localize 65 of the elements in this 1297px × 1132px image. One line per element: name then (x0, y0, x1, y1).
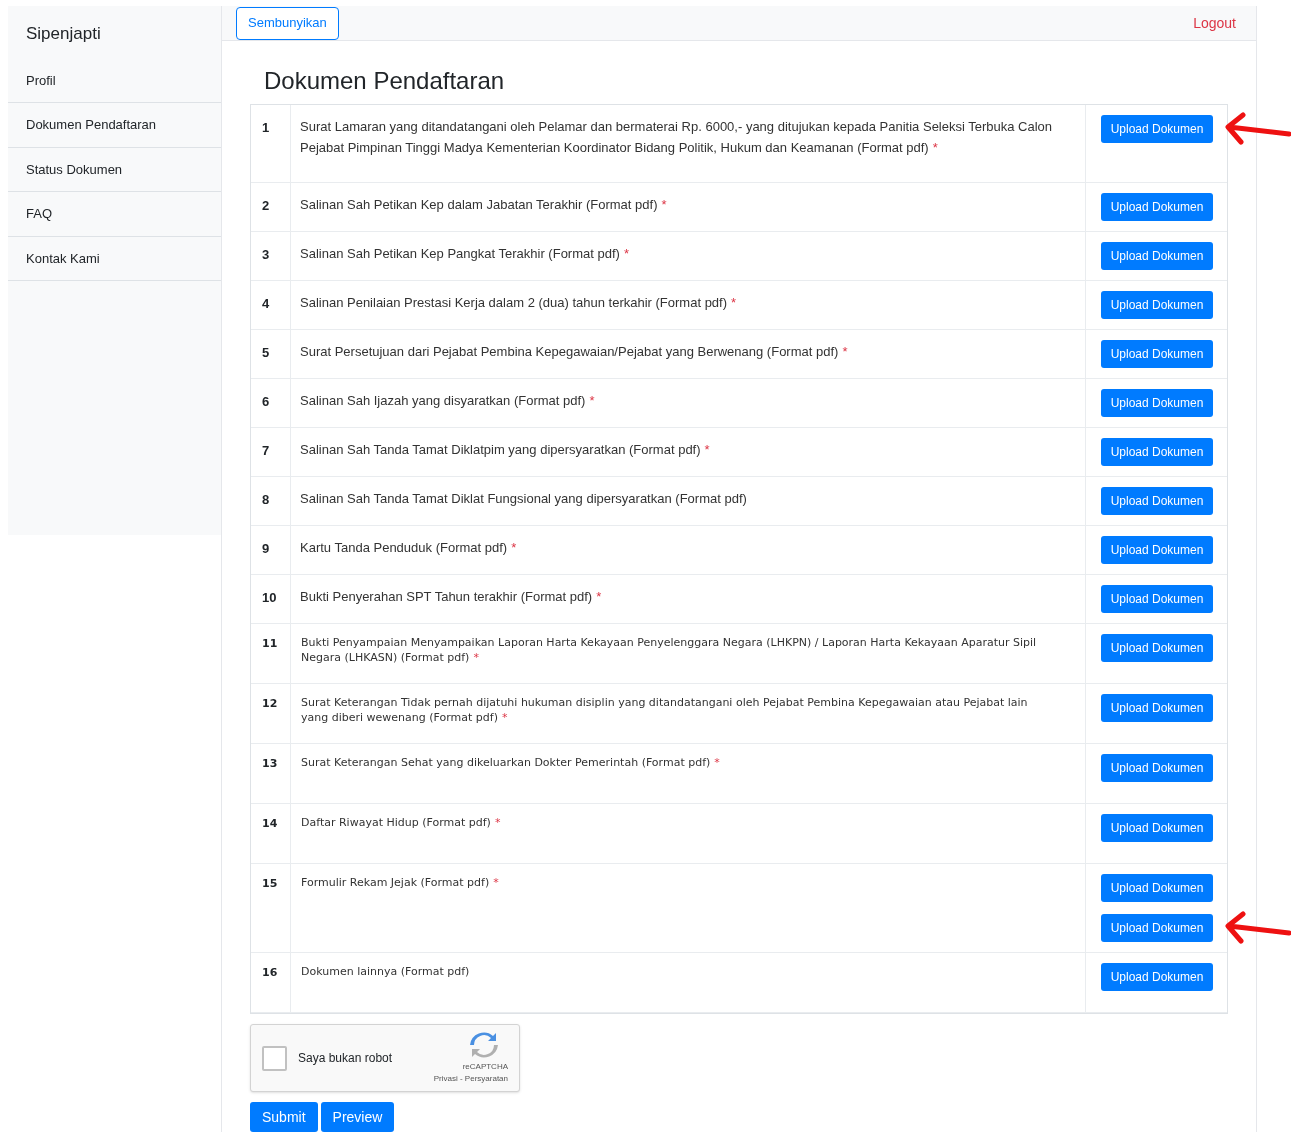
row-number: 4 (262, 296, 270, 311)
upload-button[interactable]: Upload Dokumen (1101, 487, 1213, 515)
document-label: Surat Keterangan Tidak pernah dijatuhi hukuman disiplin yang ditandatangani oleh Pejabat Pembina Kepegawaian atau Pejabat lain yang diberi wewenang (Format pdf) * (301, 695, 1029, 725)
document-label: Salinan Penilaian Prestasi Kerja dalam 2 (dua) tahun terkahir (Format pdf) * (300, 294, 738, 312)
row-number: 14 (262, 817, 278, 830)
captcha-checkbox[interactable] (262, 1045, 287, 1071)
sidebar-item[interactable]: Dokumen Pendaftaran (8, 103, 221, 148)
upload-button[interactable]: Upload Dokumen (1101, 291, 1213, 319)
upload-button[interactable]: Upload Dokumen (1101, 963, 1213, 991)
document-label: Salinan Sah Ijazah yang disyaratkan (Format pdf) * (300, 392, 596, 410)
sidebar-item[interactable]: Profil (8, 58, 221, 103)
upload-button[interactable]: Upload Dokumen (1101, 340, 1213, 368)
document-label: Daftar Riwayat Hidup (Format pdf) * (301, 815, 502, 830)
upload-button[interactable]: Upload Dokumen (1101, 389, 1213, 417)
brand-title: Sipenjapti (25, 23, 102, 45)
sidebar-item[interactable]: Kontak Kami (8, 236, 221, 281)
upload-button[interactable]: Upload Dokumen (1101, 914, 1213, 942)
document-label: Salinan Sah Tanda Tamat Diklat Fungsional yang dipersyaratkan (Format pdf) (300, 490, 748, 508)
row-number: 12 (262, 697, 278, 710)
row-number: 5 (262, 345, 270, 360)
document-label: Salinan Sah Tanda Tamat Diklatpim yang dipersyaratkan (Format pdf) * (300, 441, 711, 459)
document-label: Bukti Penyerahan SPT Tahun terakhir (Format pdf) * (300, 588, 603, 606)
upload-button[interactable]: Upload Dokumen (1101, 874, 1213, 902)
row-number: 11 (262, 637, 278, 650)
recaptcha-logo-icon (470, 1031, 498, 1059)
row-number: 3 (262, 247, 270, 262)
recaptcha-text: reCAPTCHA (462, 1061, 508, 1073)
row-number: 13 (262, 757, 278, 770)
row-number: 2 (262, 198, 270, 213)
document-label: Surat Keterangan Sehat yang dikeluarkan Dokter Pemerintah (Format pdf) * (301, 755, 721, 770)
document-label: Salinan Sah Petikan Kep Pangkat Terakhir (Format pdf) * (300, 245, 630, 263)
privacy-terms-links[interactable]: Privasi - Persyaratan (433, 1073, 508, 1085)
row-number: 10 (262, 590, 277, 605)
upload-button[interactable]: Upload Dokumen (1101, 242, 1213, 270)
upload-button[interactable]: Upload Dokumen (1101, 694, 1213, 722)
row-number: 7 (262, 443, 270, 458)
document-label: Surat Persetujuan dari Pejabat Pembina Kepegawaian/Pejabat yang Berwenang (Format pdf) * (300, 343, 849, 361)
upload-button[interactable]: Upload Dokumen (1101, 115, 1213, 143)
row-number: 15 (262, 877, 278, 890)
document-label: Formulir Rekam Jejak (Format pdf) * (301, 875, 500, 890)
upload-button[interactable]: Upload Dokumen (1101, 536, 1213, 564)
upload-button[interactable]: Upload Dokumen (1101, 754, 1213, 782)
row-number: 9 (262, 541, 270, 556)
upload-button[interactable]: Upload Dokumen (1101, 814, 1213, 842)
document-label: Dokumen lainnya (Format pdf) (301, 964, 471, 979)
row-number: 1 (262, 120, 270, 135)
sidebar-item[interactable]: Status Dokumen (8, 147, 221, 192)
document-label: Salinan Sah Petikan Kep dalam Jabatan Terakhir (Format pdf) * (300, 196, 668, 214)
upload-button[interactable]: Upload Dokumen (1101, 634, 1213, 662)
submit-button[interactable]: Submit (250, 1102, 318, 1132)
page-title: Dokumen Pendaftaran (264, 66, 506, 96)
hide-sidebar-button[interactable]: Sembunyikan (236, 6, 339, 40)
captcha-label: Saya bukan robot (298, 1050, 393, 1067)
upload-button[interactable]: Upload Dokumen (1101, 193, 1213, 221)
document-label: Kartu Tanda Penduduk (Format pdf) * (300, 539, 518, 557)
row-number: 6 (262, 394, 270, 409)
document-label: Bukti Penyampaian Menyampaikan Laporan Harta Kekayaan Penyelenggara Negara (LHKPN) / Laporan Harta Kekayaan Aparatur Sipil Negara (LHKASN) (Format pdf) * (301, 635, 1038, 665)
document-label: Surat Lamaran yang ditandatangani oleh Pelamar dan bermaterai Rp. 6000,- yang ditujukan kepada Panitia Seleksi Terbuka Calon Pejabat Pimpinan Tinggi Madya Kementerian Koordinator Bidang Politik, Hukum dan Keamanan (Format pdf) * (300, 118, 1054, 157)
upload-button[interactable]: Upload Dokumen (1101, 438, 1213, 466)
upload-button[interactable]: Upload Dokumen (1101, 585, 1213, 613)
row-number: 16 (262, 966, 278, 979)
logout-link[interactable]: Logout (1193, 12, 1242, 34)
sidebar-item[interactable]: FAQ (8, 192, 221, 237)
row-number: 8 (262, 492, 270, 507)
preview-button[interactable]: Preview (320, 1102, 395, 1132)
